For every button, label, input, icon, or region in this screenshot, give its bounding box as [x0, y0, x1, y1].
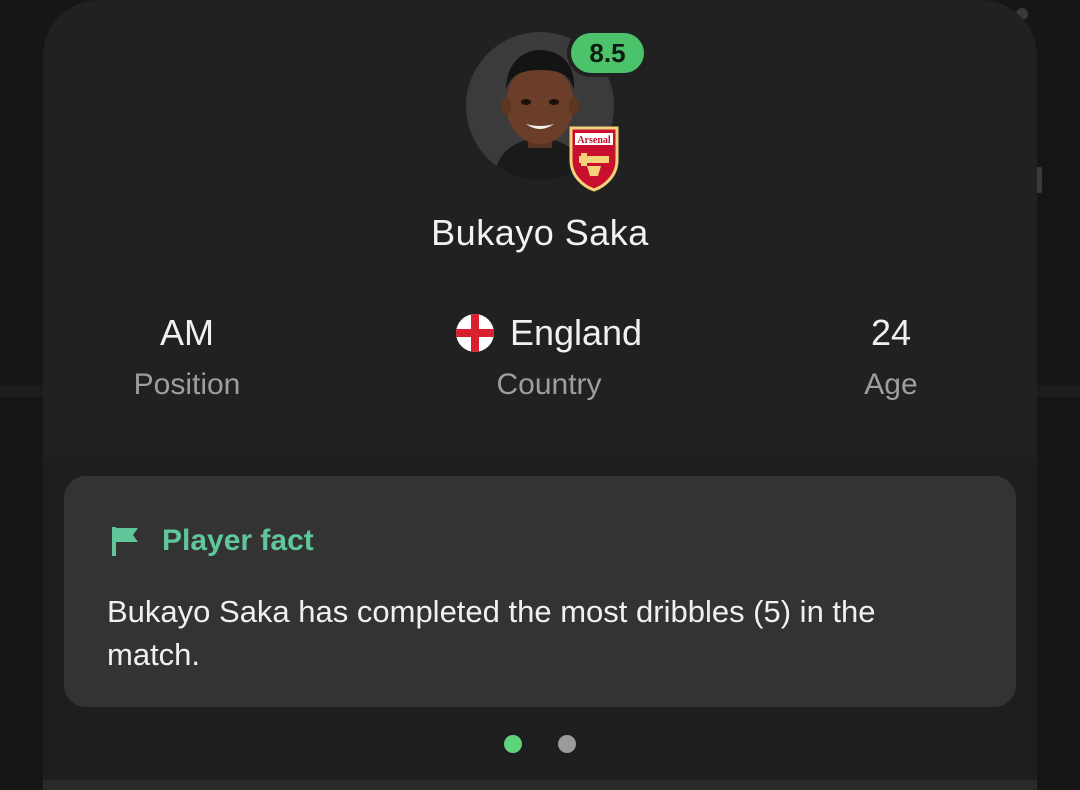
stat-country[interactable]: England Country: [399, 310, 699, 402]
player-name: Bukayo Saka: [431, 212, 649, 253]
background-divider-right: [1036, 385, 1080, 397]
fact-title: Player fact: [162, 524, 314, 557]
fact-header: Player fact: [110, 524, 314, 558]
page-dot-2[interactable]: [558, 735, 576, 753]
rating-badge: 8.5: [571, 33, 644, 73]
stat-country-value: England: [399, 310, 699, 356]
page-dot-1[interactable]: [504, 735, 522, 753]
sheet-bottom-strip: [43, 780, 1037, 790]
stat-position-value: AM: [43, 310, 337, 356]
age-label: Age: [864, 368, 918, 401]
background-divider-left: [0, 385, 44, 397]
arsenal-crest-icon: Arsenal: [567, 124, 621, 192]
position-value: AM: [160, 312, 214, 353]
player-fact-card[interactable]: Player fact Bukayo Saka has completed th…: [64, 476, 1016, 707]
country-label: Country: [496, 368, 602, 401]
fact-text: Bukayo Saka has completed the most dribb…: [107, 594, 876, 672]
england-flag-icon: [455, 314, 494, 352]
country-value: England: [509, 312, 643, 353]
stat-position: AM Position: [43, 310, 337, 402]
stat-age-value: 24: [741, 310, 1037, 356]
player-sheet: 8.5 Arsenal Bukayo Saka AM Position Engl…: [43, 0, 1037, 790]
position-label: Position: [133, 368, 241, 401]
page-indicator: [43, 735, 1037, 753]
stat-age: 24 Age: [741, 310, 1037, 402]
age-value: 24: [870, 312, 912, 353]
flag-icon: [112, 527, 138, 556]
svg-text:Arsenal: Arsenal: [577, 135, 611, 146]
